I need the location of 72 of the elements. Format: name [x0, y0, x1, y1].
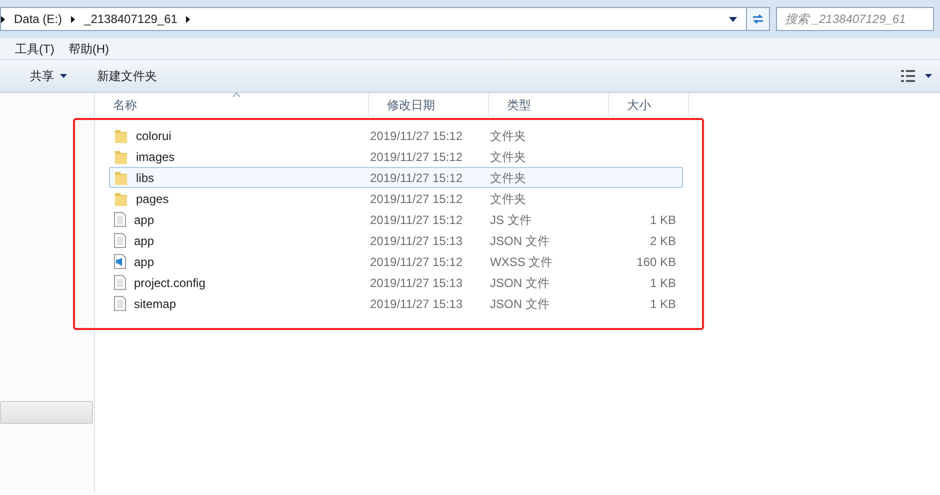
- share-button[interactable]: 共享: [30, 67, 67, 85]
- column-header[interactable]: 大小: [609, 93, 689, 117]
- file-row[interactable]: libs 2019/11/27 15:12 文件夹: [109, 167, 683, 188]
- file-row[interactable]: images 2019/11/27 15:12 文件夹: [109, 146, 683, 167]
- refresh-icon: [751, 13, 765, 25]
- table-cell: 2 KB: [650, 234, 676, 248]
- table-cell: 2019/11/27 15:12: [370, 212, 463, 226]
- document-icon: [114, 296, 126, 311]
- folder-icon: [114, 128, 128, 144]
- refresh-button[interactable]: [746, 7, 770, 31]
- chevron-icon: [186, 16, 190, 22]
- table-cell: 文件夹: [490, 192, 526, 206]
- table-cell: JSON 文件: [490, 296, 550, 310]
- document-icon: [114, 233, 126, 248]
- file-row[interactable]: project.config 2019/11/27 15:13 JSON 文件 1 KB: [109, 272, 683, 293]
- table-cell: 2019/11/27 15:12: [370, 170, 463, 184]
- table-cell: JSON 文件: [490, 234, 550, 248]
- table-cell: 2019/11/27 15:13: [370, 296, 463, 310]
- address-bar[interactable]: Data (E:) _2138407129_61: [0, 7, 748, 31]
- file-name: app: [134, 212, 154, 228]
- dropdown-icon[interactable]: [729, 16, 737, 22]
- table-cell: 2019/11/27 15:12: [370, 150, 463, 164]
- table-cell: 2019/11/27 15:13: [370, 276, 463, 290]
- file-name: images: [136, 148, 175, 166]
- menu-item[interactable]: 工具(T): [15, 40, 54, 58]
- table-cell: 1 KB: [650, 212, 676, 226]
- search-field[interactable]: 搜索 _2138407129_61: [776, 7, 934, 31]
- chevron-icon: [71, 16, 76, 22]
- file-row[interactable]: sitemap 2019/11/27 15:13 JSON 文件 1 KB: [109, 293, 683, 314]
- file-row[interactable]: pages 2019/11/27 15:12 文件夹: [109, 188, 683, 209]
- file-name: colorui: [136, 128, 172, 144]
- table-cell: 文件夹: [490, 150, 526, 164]
- file-row[interactable]: app 2019/11/27 15:13 JSON 文件 2 KB: [109, 230, 683, 251]
- table-cell: 2019/11/27 15:13: [370, 234, 463, 248]
- file-name: project.config: [134, 274, 206, 292]
- document-icon: [114, 275, 126, 290]
- file-name: app: [134, 254, 154, 270]
- file-row[interactable]: colorui 2019/11/27 15:12 文件夹: [109, 125, 683, 146]
- table-cell: 160 KB: [636, 254, 676, 268]
- breadcrumb[interactable]: _2138407129_61: [84, 10, 178, 28]
- table-cell: JSON 文件: [490, 276, 550, 290]
- folder-icon: [114, 170, 128, 186]
- column-header[interactable]: 类型: [489, 93, 609, 117]
- code-file-icon: [114, 254, 126, 269]
- file-name: app: [134, 232, 154, 250]
- table-cell: 1 KB: [650, 276, 676, 290]
- caret-icon: [60, 74, 67, 78]
- table-cell: 2019/11/27 15:12: [370, 128, 463, 142]
- file-name: libs: [136, 170, 154, 186]
- folder-icon: [114, 190, 128, 206]
- folder-icon: [114, 148, 128, 164]
- file-name: pages: [136, 190, 169, 208]
- file-row[interactable]: app 2019/11/27 15:12 JS 文件 1 KB: [109, 209, 683, 230]
- caret-icon[interactable]: [925, 74, 932, 78]
- table-cell: JS 文件: [490, 212, 532, 226]
- scrollbar-thumb[interactable]: [0, 401, 93, 424]
- view-options-icon[interactable]: [901, 70, 915, 82]
- table-cell: 文件夹: [490, 128, 526, 142]
- table-cell: 2019/11/27 15:12: [370, 192, 463, 206]
- column-header[interactable]: 修改日期: [369, 93, 489, 117]
- table-cell: 1 KB: [650, 296, 676, 310]
- table-cell: 2019/11/27 15:12: [370, 254, 463, 268]
- new-folder-button[interactable]: 新建文件夹: [97, 67, 157, 85]
- table-cell: 文件夹: [490, 170, 526, 184]
- chevron-icon: [1, 16, 5, 22]
- document-icon: [114, 212, 126, 227]
- file-row[interactable]: app 2019/11/27 15:12 WXSS 文件 160 KB: [109, 251, 683, 272]
- table-cell: WXSS 文件: [490, 254, 553, 268]
- column-header[interactable]: 名称: [95, 93, 369, 117]
- menu-item[interactable]: 帮助(H): [68, 40, 109, 58]
- breadcrumb[interactable]: Data (E:): [14, 10, 62, 28]
- file-name: sitemap: [134, 296, 176, 312]
